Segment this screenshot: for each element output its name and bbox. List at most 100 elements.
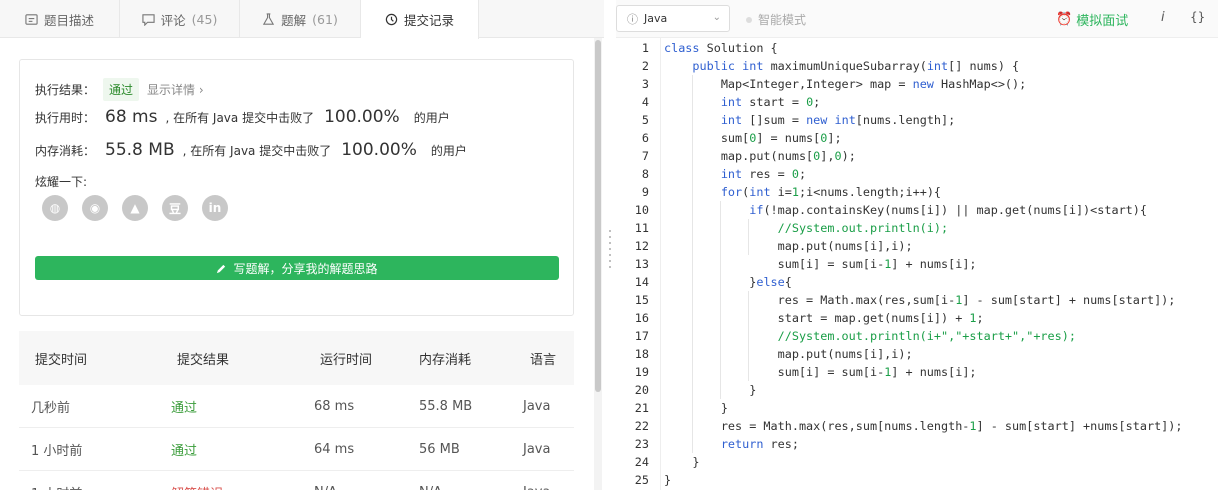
language-select[interactable]: ⓘ Java ⌄	[616, 5, 730, 32]
indent-guide	[748, 291, 749, 381]
qq-icon[interactable]: ▲	[122, 195, 148, 221]
line-number: 7	[641, 149, 649, 163]
tab-label: 题解	[281, 12, 307, 28]
code-line[interactable]: 8 int res = 0;	[616, 165, 1218, 183]
line-number: 2	[641, 59, 649, 73]
runtime-row: 执行用时： 68 ms , 在所有 Java 提交中击败了 100.00% 的用…	[35, 107, 450, 127]
line-number: 22	[634, 419, 649, 433]
tab-comments[interactable]: 评论 (45)	[120, 0, 240, 38]
code-text: }	[664, 401, 728, 415]
cell-memory: 55.8 MB	[419, 398, 473, 414]
code-text: int []sum = new int[nums.length];	[720, 113, 956, 127]
tab-solutions[interactable]: 题解 (61)	[240, 0, 361, 38]
line-number: 3	[641, 77, 649, 91]
code-line[interactable]: 16 start = map.get(nums[i]) + 1;	[616, 309, 1218, 327]
code-text: class Solution {	[664, 41, 778, 55]
line-number: 16	[634, 311, 649, 325]
code-text: if(!map.containsKey(nums[i]) || map.get(…	[749, 203, 1147, 217]
line-number: 15	[634, 293, 649, 307]
code-text: public int maximumUniqueSubarray(int[] n…	[692, 59, 1020, 73]
line-number: 24	[634, 455, 649, 469]
submissions-table: 提交时间 提交结果 运行时间 内存消耗 语言 几秒前 通过 68 ms 55.8 MB…	[19, 331, 574, 490]
code-line[interactable]: 12 map.put(nums[i],i);	[616, 237, 1218, 255]
code-line[interactable]: 10 if(!map.containsKey(nums[i]) || map.g…	[616, 201, 1218, 219]
show-details-link[interactable]: 显示详情 ›	[147, 81, 204, 98]
line-number: 9	[641, 185, 649, 199]
code-text: for(int i=1;i<nums.length;i++){	[720, 185, 942, 199]
tab-description[interactable]: 题目描述	[0, 0, 120, 38]
code-line[interactable]: 6 sum[0] = nums[0];	[616, 129, 1218, 147]
code-text: //System.out.println(i);	[777, 221, 949, 235]
tab-submissions[interactable]: 提交记录	[361, 0, 479, 39]
cell-result[interactable]: 解答错误	[161, 483, 304, 490]
code-text: }	[664, 455, 700, 469]
header-runtime: 运行时间	[320, 352, 373, 368]
code-line[interactable]: 2 public int maximumUniqueSubarray(int[]…	[616, 57, 1218, 75]
tab-count: (45)	[191, 11, 218, 27]
header-memory: 内存消耗	[419, 352, 472, 368]
memory-value: 55.8 MB	[105, 140, 175, 160]
code-line[interactable]: 21 }	[616, 399, 1218, 417]
cell-runtime: 64 ms	[314, 441, 355, 457]
code-line[interactable]: 13 sum[i] = sum[i-1] + nums[i];	[616, 255, 1218, 273]
code-line[interactable]: 23 return res;	[616, 435, 1218, 453]
panel-splitter[interactable]	[604, 0, 616, 490]
write-solution-button[interactable]: 写题解，分享我的解题思路	[35, 256, 559, 280]
code-line[interactable]: 1 class Solution {	[616, 39, 1218, 57]
tab-label: 提交记录	[403, 13, 454, 28]
cell-result[interactable]: 通过	[161, 440, 304, 459]
smart-mode-toggle[interactable]: 智能模式	[746, 11, 806, 28]
code-line[interactable]: 7 map.put(nums[0],0);	[616, 147, 1218, 165]
code-text: sum[i] = sum[i-1] + nums[i];	[664, 365, 977, 379]
table-row[interactable]: 1 小时前解答错误N/AN/AJava	[19, 471, 574, 490]
line-number: 23	[634, 437, 649, 451]
code-text: sum[i] = sum[i-1] + nums[i];	[664, 257, 977, 271]
mock-interview-button[interactable]: ⏰ 模拟面试	[1056, 10, 1128, 29]
code-line[interactable]: 17 //System.out.println(i+","+start+","+…	[616, 327, 1218, 345]
wechat-icon[interactable]: ◍	[42, 195, 68, 221]
code-line[interactable]: 4 int start = 0;	[616, 93, 1218, 111]
table-row[interactable]: 几秒前 通过 68 ms 55.8 MB Java	[19, 385, 574, 428]
code-line[interactable]: 15 res = Math.max(res,sum[i-1] - sum[sta…	[616, 291, 1218, 309]
code-editor[interactable]: 1 class Solution {2 public int maximumUni…	[616, 38, 1218, 490]
code-line[interactable]: 11 //System.out.println(i);	[616, 219, 1218, 237]
table-row[interactable]: 1 小时前 通过 64 ms 56 MB Java	[19, 428, 574, 471]
cell-language: Java	[523, 441, 551, 457]
douban-icon[interactable]: 豆	[162, 195, 188, 221]
memory-percent: 100.00%	[341, 140, 417, 160]
code-text: //System.out.println(i+","+start+","+res…	[777, 329, 1076, 343]
runtime-value: 68 ms	[105, 107, 158, 127]
left-scrollbar[interactable]	[594, 38, 602, 490]
line-number: 11	[634, 221, 649, 235]
code-line[interactable]: 22 res = Math.max(res,sum[nums.length-1]…	[616, 417, 1218, 435]
linkedin-icon[interactable]: in	[202, 195, 228, 221]
code-line[interactable]: 14 }else{	[616, 273, 1218, 291]
line-number: 19	[634, 365, 649, 379]
format-code-button[interactable]: {}	[1190, 10, 1205, 24]
share-icon-group: ◍ ◉ ▲ 豆 in	[42, 195, 228, 221]
runtime-percent: 100.00%	[324, 107, 400, 127]
memory-text: , 在所有 Java 提交中击败了	[182, 143, 332, 158]
code-line[interactable]: 20 }	[616, 381, 1218, 399]
runtime-suffix: 的用户	[413, 110, 450, 125]
alarm-clock-icon: ⏰	[1056, 12, 1073, 27]
code-line[interactable]: 9 for(int i=1;i<nums.length;i++){	[616, 183, 1218, 201]
code-line[interactable]: 24 }	[616, 453, 1218, 471]
code-line[interactable]: 25}	[616, 471, 1218, 489]
write-solution-label: 写题解，分享我的解题思路	[233, 261, 378, 276]
code-line[interactable]: 3 Map<Integer,Integer> map = new HashMap…	[616, 75, 1218, 93]
table-header: 提交时间 提交结果 运行时间 内存消耗 语言	[19, 331, 574, 385]
code-line[interactable]: 18 map.put(nums[i],i);	[616, 345, 1218, 363]
drag-handle-icon[interactable]	[609, 228, 611, 272]
line-number: 21	[634, 401, 649, 415]
weibo-icon[interactable]: ◉	[82, 195, 108, 221]
memory-row: 内存消耗： 55.8 MB , 在所有 Java 提交中击败了 100.00% …	[35, 140, 467, 160]
info-circle-icon: ⓘ	[627, 12, 638, 26]
cell-result[interactable]: 通过	[161, 397, 304, 416]
line-number: 6	[641, 131, 649, 145]
code-line[interactable]: 19 sum[i] = sum[i-1] + nums[i];	[616, 363, 1218, 381]
info-button[interactable]: i	[1161, 10, 1165, 25]
clock-icon	[385, 13, 398, 26]
scrollbar-thumb[interactable]	[595, 40, 601, 392]
code-line[interactable]: 5 int []sum = new int[nums.length];	[616, 111, 1218, 129]
